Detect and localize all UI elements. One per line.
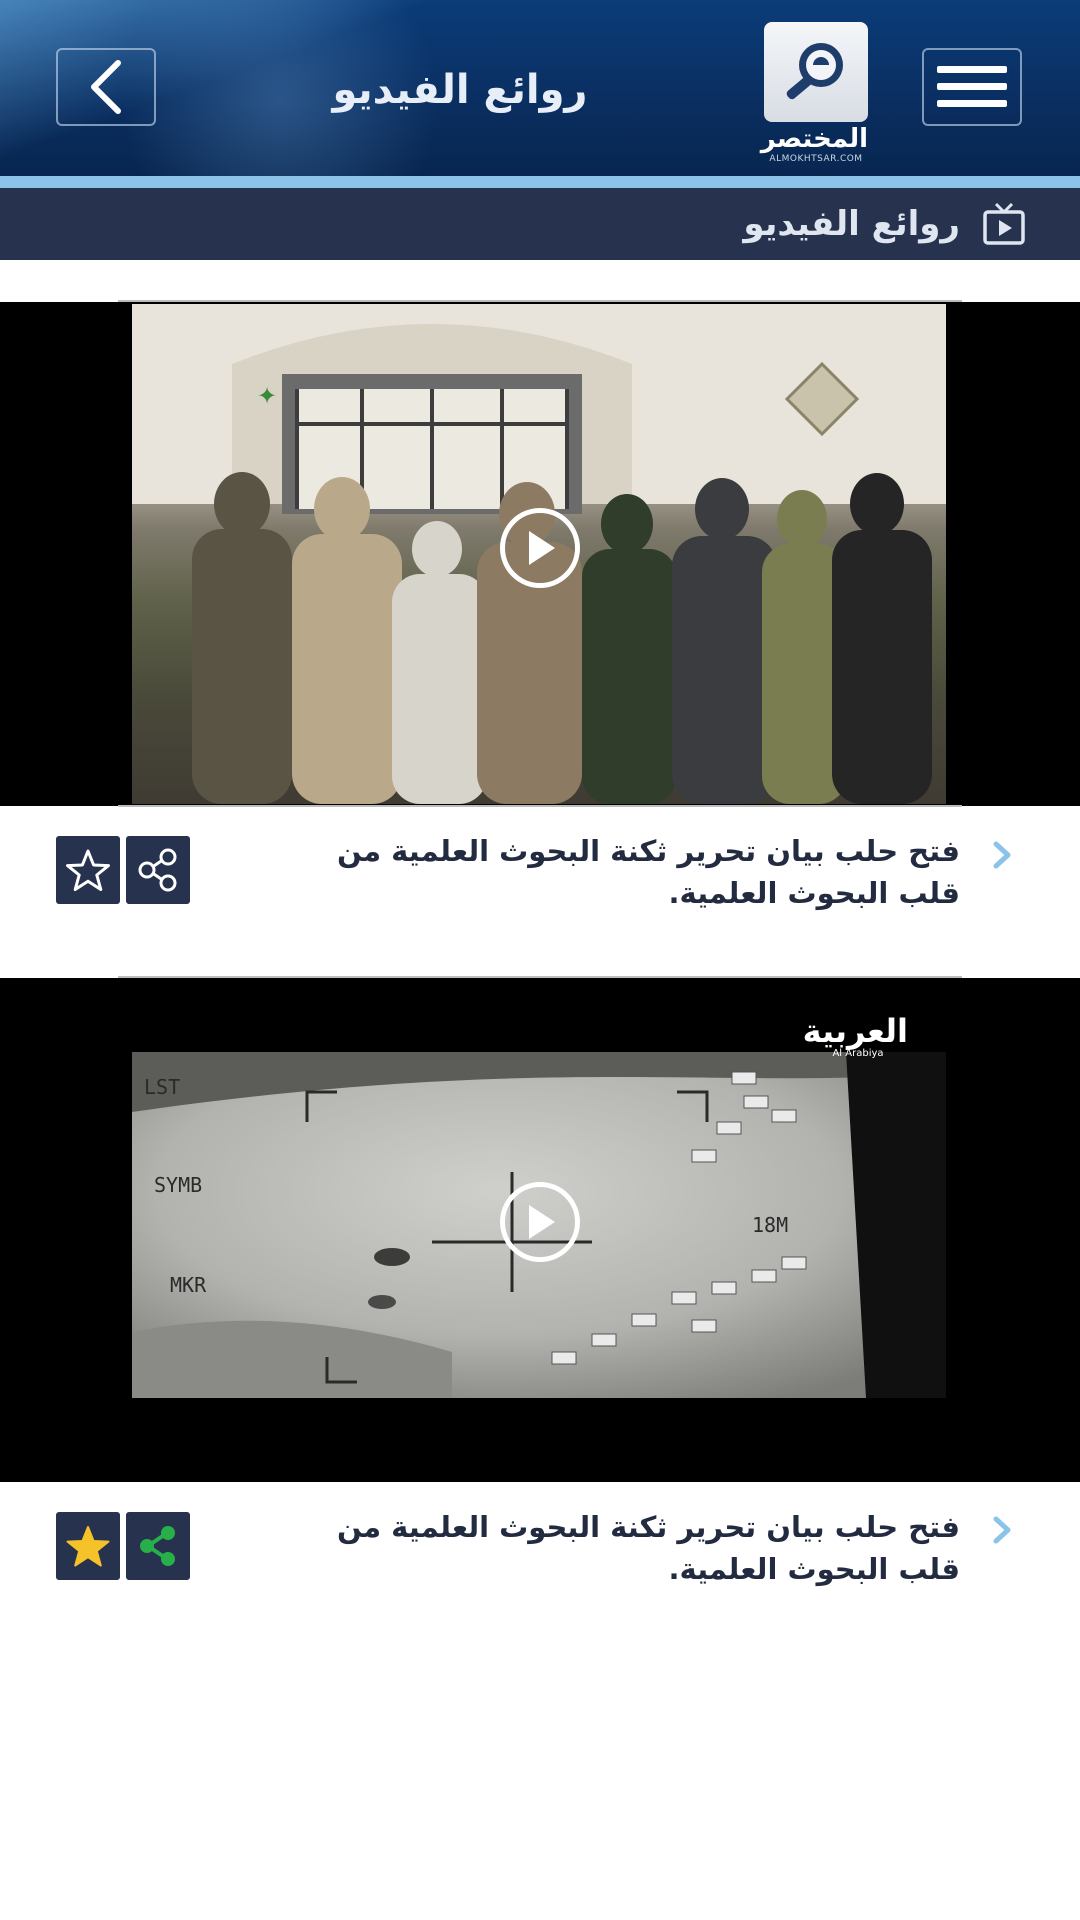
header-accent-stripe (0, 176, 1080, 188)
page-title: روائع الفيديو (332, 67, 588, 113)
app-logo[interactable]: المختصر ALMOKHTSAR.COM (760, 22, 868, 164)
hud-text: 18M (752, 1213, 788, 1237)
logo-search-icon (764, 22, 868, 122)
share-icon (138, 848, 177, 892)
video-title[interactable]: فتح حلب بيان تحرير ثكنة البحوث العلمية م… (270, 1506, 960, 1590)
section-title: روائع الفيديو (743, 204, 960, 244)
channel-logo: العربية Al Arabiya (802, 1012, 908, 1060)
share-button[interactable] (126, 836, 190, 904)
video-title[interactable]: فتح حلب بيان تحرير ثكنة البحوث العلمية م… (270, 830, 960, 914)
logo-site: ALMOKHTSAR.COM (769, 154, 863, 164)
chevron-left-icon (91, 60, 121, 114)
chevron-right-icon (993, 1516, 1011, 1544)
play-button[interactable] (500, 1182, 580, 1262)
video-divider (118, 300, 962, 302)
star-outline-icon (66, 849, 110, 891)
chevron-right-icon (993, 841, 1011, 869)
section-header: روائع الفيديو (0, 188, 1080, 260)
channel-logo-text: العربية (802, 1012, 908, 1050)
play-button[interactable] (500, 508, 580, 588)
favorite-button[interactable] (56, 1512, 120, 1580)
hamburger-icon (937, 66, 1007, 107)
hud-text: MKR (170, 1273, 207, 1297)
hud-text: SYMB (154, 1173, 202, 1197)
share-icon-active (140, 1526, 175, 1566)
play-icon (529, 531, 555, 565)
app-header: روائع الفيديو المختصر ALMOKHTSAR.COM (0, 0, 1080, 176)
tv-play-icon (983, 202, 1025, 245)
hud-text: LST (144, 1075, 180, 1099)
logo-name: المختصر (760, 124, 868, 154)
play-icon (529, 1205, 555, 1239)
menu-button[interactable] (922, 48, 1022, 126)
favorite-button[interactable] (56, 836, 120, 904)
video-player-1[interactable]: ✦ (0, 302, 1080, 806)
share-button[interactable] (126, 1512, 190, 1580)
back-button[interactable] (56, 48, 156, 126)
video-divider (118, 805, 962, 807)
star-filled-icon (66, 1526, 110, 1567)
video-player-2[interactable]: LST SYMB MKR 18M العربية Al Arabiya (0, 978, 1080, 1482)
svg-text:✦: ✦ (257, 382, 277, 410)
